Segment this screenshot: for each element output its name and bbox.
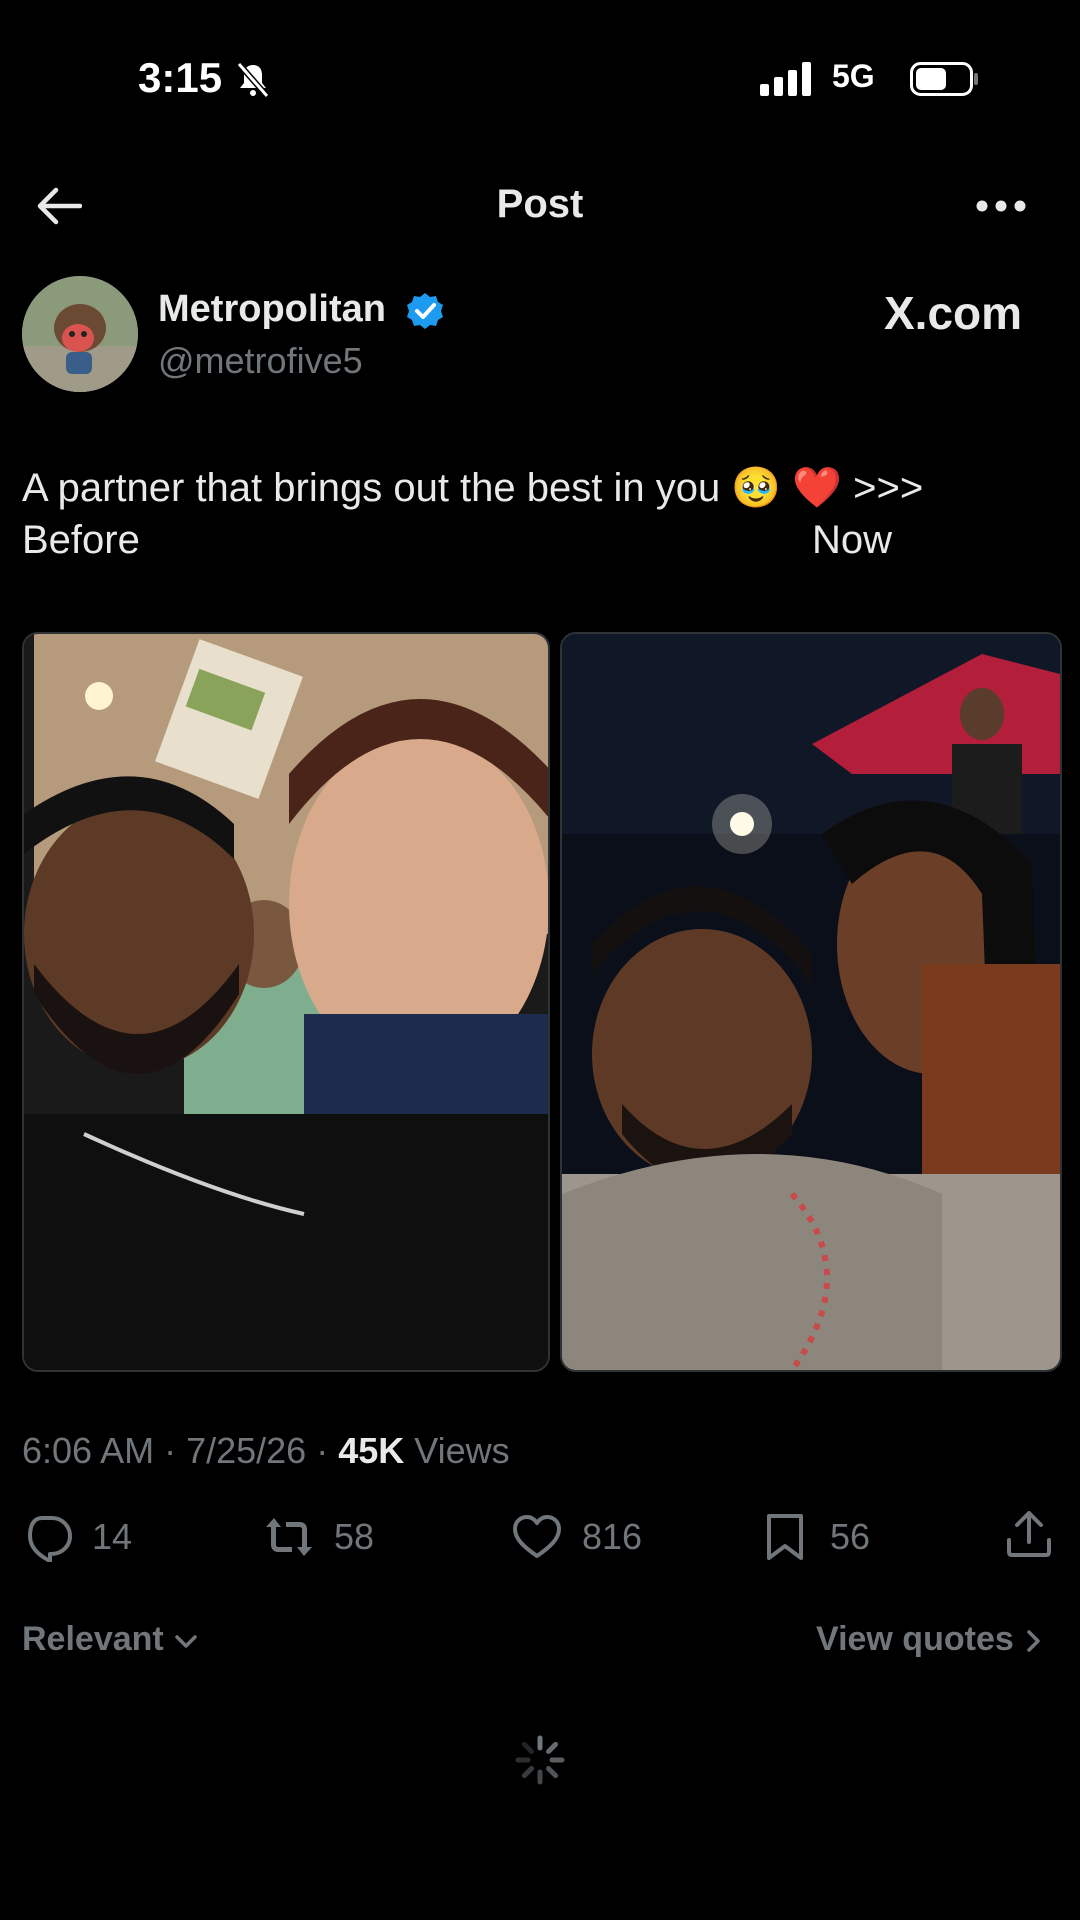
heart-icon [513, 1515, 561, 1558]
bell-muted-icon [236, 62, 270, 98]
post-date: 7/25/26 [186, 1430, 307, 1471]
post-meta: 6:06 AM · 7/25/26 · 45K Views [22, 1430, 510, 1471]
sort-relevant-dropdown[interactable]: Relevant [22, 1620, 199, 1659]
repost-button[interactable]: 58 [264, 1512, 374, 1562]
chevron-down-icon [175, 1635, 197, 1648]
post-image-now[interactable] [560, 632, 1062, 1372]
author-name[interactable]: Metropolitan [158, 288, 386, 331]
views-label: Views [414, 1430, 510, 1471]
share-icon [1007, 1511, 1051, 1557]
reply-icon [28, 1516, 72, 1562]
share-button[interactable] [1004, 1510, 1074, 1560]
chevron-right-icon [1027, 1630, 1040, 1652]
author-handle[interactable]: @metrofive5 [158, 340, 363, 382]
bookmark-button[interactable]: 56 [760, 1512, 870, 1562]
signal-icon [760, 62, 811, 96]
bookmark-count: 56 [830, 1516, 871, 1557]
post-image-before[interactable] [22, 632, 550, 1372]
site-watermark: X.com [884, 287, 1023, 339]
label-now: Now [812, 518, 893, 562]
post-time: 6:06 AM [22, 1430, 155, 1471]
bookmark-icon [767, 1514, 803, 1560]
reply-button[interactable]: 14 [22, 1512, 132, 1562]
status-time: 3:15 [138, 54, 223, 101]
views-count: 45K [338, 1430, 405, 1471]
view-quotes-label: View quotes [816, 1620, 1014, 1658]
like-count: 816 [582, 1516, 643, 1557]
avatar[interactable] [22, 276, 138, 392]
sort-label: Relevant [22, 1620, 164, 1658]
more-icon[interactable] [976, 196, 1026, 216]
label-before: Before [22, 518, 140, 562]
post-text: A partner that brings out the best in yo… [22, 466, 924, 510]
repost-count: 58 [334, 1516, 375, 1557]
battery-icon [910, 62, 978, 96]
verified-badge-icon [407, 293, 443, 329]
reply-count: 14 [92, 1516, 133, 1557]
network-label: 5G [832, 58, 875, 94]
repost-icon [266, 1518, 312, 1556]
loading-spinner-icon [515, 1735, 565, 1785]
like-button[interactable]: 816 [512, 1512, 642, 1562]
view-quotes-link[interactable]: View quotes [816, 1620, 1043, 1659]
page-title: Post [496, 182, 584, 226]
